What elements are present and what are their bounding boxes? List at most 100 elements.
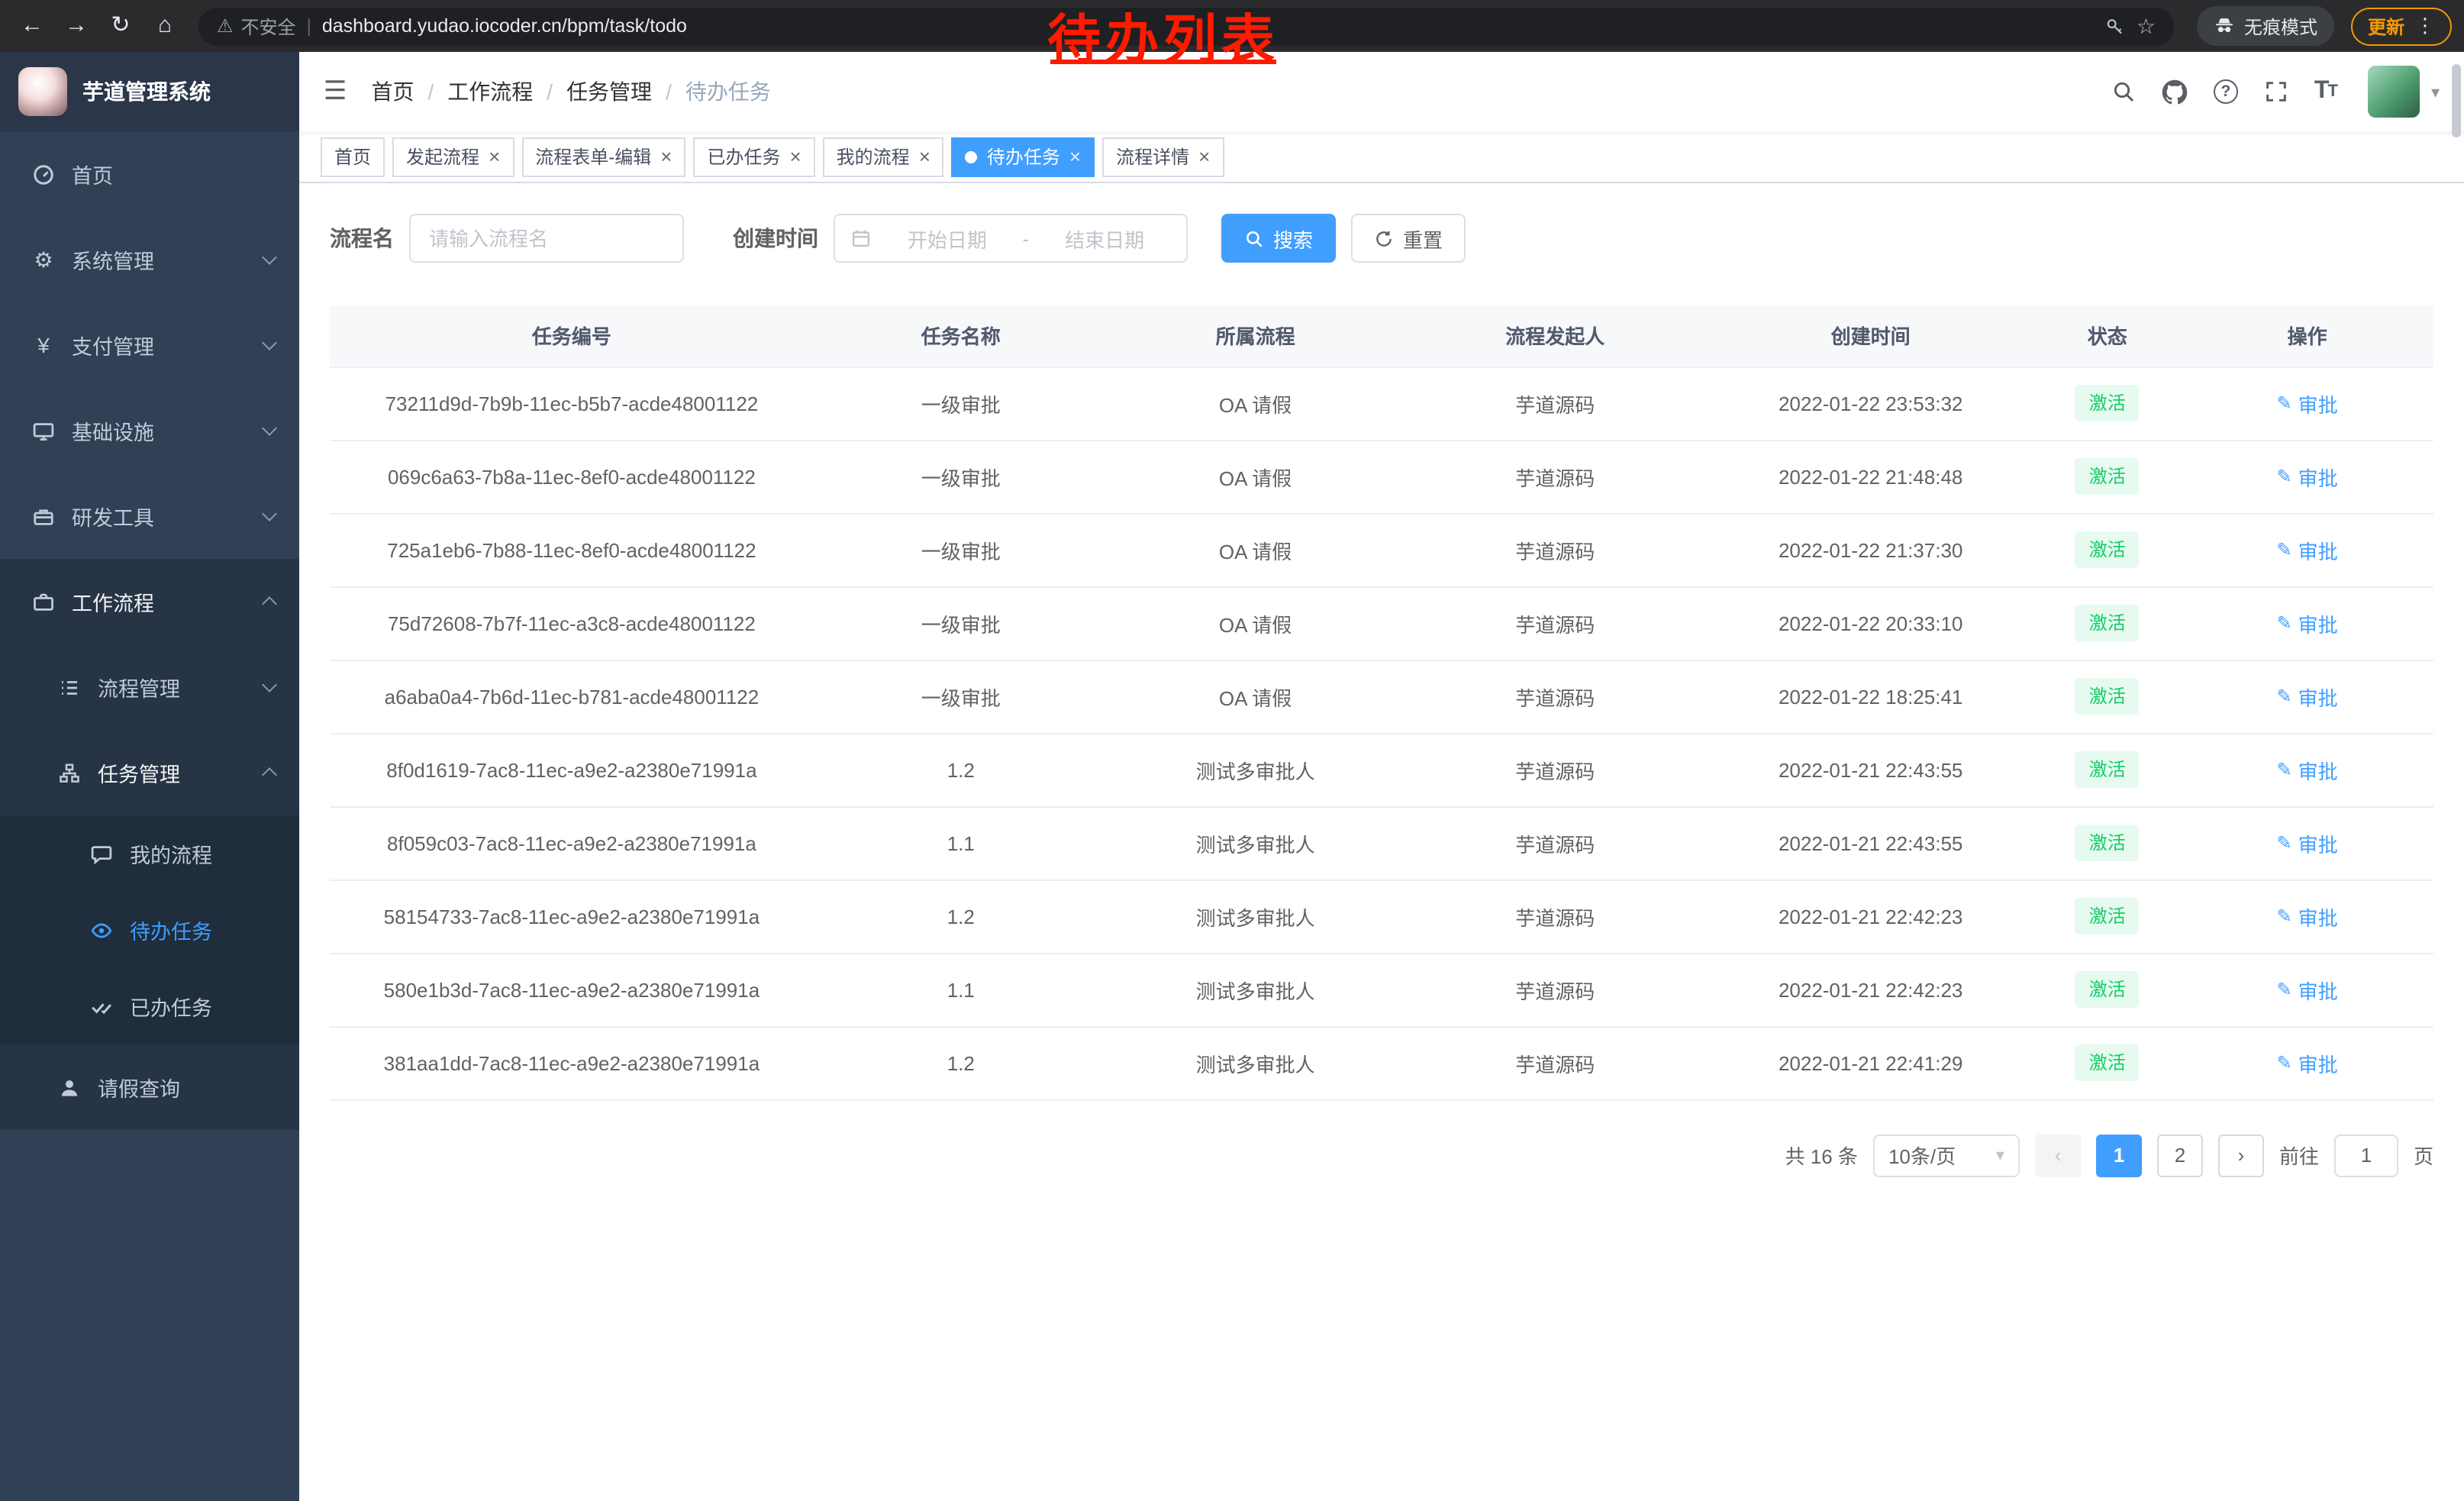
col-process: 所属流程 <box>1108 305 1403 366</box>
font-size-icon[interactable]: TT <box>2314 78 2337 105</box>
filter-bar: 流程名 创建时间 开始日期 - 结束日期 搜索 重置 <box>330 214 2433 263</box>
sidebar-item-home[interactable]: 首页 <box>0 131 299 217</box>
sidebar-item-infrastructure[interactable]: 基础设施 <box>0 388 299 473</box>
close-icon[interactable]: × <box>919 147 930 166</box>
page-button-1[interactable]: 1 <box>2096 1134 2142 1177</box>
approve-link[interactable]: ✎审批 <box>2277 535 2338 564</box>
page-button-2[interactable]: 2 <box>2157 1134 2203 1177</box>
tab-process-detail[interactable]: 流程详情 × <box>1102 137 1224 176</box>
close-icon[interactable]: × <box>1069 147 1081 166</box>
breadcrumb-task-mgmt[interactable]: 任务管理 <box>533 76 652 107</box>
page-size-value: 10条/页 <box>1888 1141 1956 1170</box>
app-logo[interactable]: 芋道管理系统 <box>0 52 299 131</box>
search-icon[interactable] <box>2111 79 2136 104</box>
not-secure-warning[interactable]: ⚠ 不安全 <box>217 13 296 39</box>
sidebar-item-label: 已办任务 <box>130 991 275 1022</box>
tab-initiate-process[interactable]: 发起流程 × <box>392 137 514 176</box>
cell-task-name: 1.2 <box>814 1026 1108 1099</box>
status-badge: 激活 <box>2075 605 2140 641</box>
chat-icon <box>89 842 114 865</box>
approve-link[interactable]: ✎审批 <box>2277 1048 2338 1077</box>
refresh-icon <box>1374 228 1394 248</box>
next-page-button[interactable]: › <box>2218 1134 2264 1177</box>
goto-page-input[interactable] <box>2334 1134 2398 1177</box>
col-task-name: 任务名称 <box>814 305 1108 366</box>
reload-icon[interactable]: ↻ <box>101 6 140 46</box>
process-name-input[interactable] <box>409 214 684 263</box>
close-icon[interactable]: × <box>1198 147 1210 166</box>
approve-link[interactable]: ✎审批 <box>2277 828 2338 857</box>
forward-icon[interactable]: → <box>56 6 96 46</box>
cell-created: 2022-01-22 20:33:10 <box>1708 586 2033 660</box>
close-icon[interactable]: × <box>489 147 500 166</box>
sidebar-item-workflow[interactable]: 工作流程 <box>0 559 299 644</box>
cell-action: ✎审批 <box>2181 660 2433 733</box>
cell-task-name: 1.1 <box>814 806 1108 880</box>
sidebar-item-todo-tasks[interactable]: 待办任务 <box>0 892 299 968</box>
edit-icon: ✎ <box>2277 832 2292 854</box>
dashboard-icon <box>31 163 56 186</box>
tab-todo-tasks[interactable]: 待办任务 × <box>952 137 1095 176</box>
sidebar-item-done-tasks[interactable]: 已办任务 <box>0 968 299 1044</box>
cell-task-name: 一级审批 <box>814 660 1108 733</box>
approve-link[interactable]: ✎审批 <box>2277 755 2338 784</box>
breadcrumb-workflow[interactable]: 工作流程 <box>414 76 534 107</box>
sidebar-item-process-mgmt[interactable]: 流程管理 <box>0 644 299 730</box>
cell-task-id: 8f059c03-7ac8-11ec-a9e2-a2380e71991a <box>330 806 814 880</box>
approve-link[interactable]: ✎审批 <box>2277 462 2338 491</box>
cell-initiator: 芋道源码 <box>1403 513 1708 586</box>
approve-link[interactable]: ✎审批 <box>2277 389 2338 418</box>
approve-label: 审批 <box>2298 608 2338 638</box>
password-key-icon[interactable] <box>2106 16 2126 36</box>
status-badge: 激活 <box>2075 678 2140 715</box>
close-icon[interactable]: × <box>660 147 672 166</box>
sidebar-item-dev-tools[interactable]: 研发工具 <box>0 473 299 559</box>
scrollbar-thumb[interactable] <box>2452 64 2461 137</box>
help-icon[interactable]: ? <box>2214 79 2238 104</box>
briefcase-icon <box>31 590 56 613</box>
col-initiator: 流程发起人 <box>1403 305 1708 366</box>
cell-initiator: 芋道源码 <box>1403 880 1708 953</box>
approve-link[interactable]: ✎审批 <box>2277 608 2338 638</box>
fullscreen-icon[interactable] <box>2264 79 2288 104</box>
tab-my-processes[interactable]: 我的流程 × <box>823 137 944 176</box>
approve-link[interactable]: ✎审批 <box>2277 682 2338 711</box>
incognito-icon <box>2214 15 2235 37</box>
prev-page-button[interactable]: ‹ <box>2035 1134 2081 1177</box>
github-icon[interactable] <box>2162 79 2188 105</box>
cell-process: OA 请假 <box>1108 440 1403 513</box>
bookmark-star-icon[interactable]: ☆ <box>2137 13 2156 39</box>
breadcrumb-home[interactable]: 首页 <box>372 76 414 107</box>
browser-update-button[interactable]: 更新 ⋮ <box>2351 7 2452 45</box>
tab-home[interactable]: 首页 <box>321 137 385 176</box>
create-time-range-picker[interactable]: 开始日期 - 结束日期 <box>834 214 1188 263</box>
sidebar-item-task-mgmt[interactable]: 任务管理 <box>0 730 299 815</box>
reset-button[interactable]: 重置 <box>1351 214 1466 263</box>
close-icon[interactable]: × <box>789 147 801 166</box>
cell-status: 激活 <box>2033 366 2181 440</box>
tab-done-tasks[interactable]: 已办任务 × <box>693 137 814 176</box>
sidebar-item-system-mgmt[interactable]: ⚙ 系统管理 <box>0 217 299 302</box>
avatar[interactable] <box>2369 66 2420 118</box>
page-size-select[interactable]: 10条/页 ▾ <box>1873 1134 2020 1177</box>
sidebar-item-my-processes[interactable]: 我的流程 <box>0 815 299 892</box>
cell-action: ✎审批 <box>2181 586 2433 660</box>
app-logo-avatar <box>18 67 67 116</box>
search-button[interactable]: 搜索 <box>1221 214 1336 263</box>
cell-initiator: 芋道源码 <box>1403 733 1708 806</box>
back-icon[interactable]: ← <box>12 6 52 46</box>
browser-menu-icon[interactable]: ⋮ <box>2415 14 2435 38</box>
approve-link[interactable]: ✎审批 <box>2277 902 2338 931</box>
sidebar-item-label: 首页 <box>72 159 275 189</box>
sidebar-item-payment-mgmt[interactable]: ¥ 支付管理 <box>0 302 299 388</box>
pagination-total: 共 16 条 <box>1785 1141 1858 1170</box>
user-menu[interactable]: ▾ <box>2369 66 2440 118</box>
tab-label: 流程详情 <box>1116 144 1189 169</box>
not-secure-label: 不安全 <box>241 13 296 39</box>
hamburger-icon[interactable]: ☰ <box>324 76 347 107</box>
approve-link[interactable]: ✎审批 <box>2277 975 2338 1004</box>
sidebar-item-leave-query[interactable]: 请假查询 <box>0 1044 299 1130</box>
home-icon[interactable]: ⌂ <box>145 6 185 46</box>
table-row: 381aa1dd-7ac8-11ec-a9e2-a2380e71991a 1.2… <box>330 1026 2433 1099</box>
tab-process-form-edit[interactable]: 流程表单-编辑 × <box>521 137 685 176</box>
